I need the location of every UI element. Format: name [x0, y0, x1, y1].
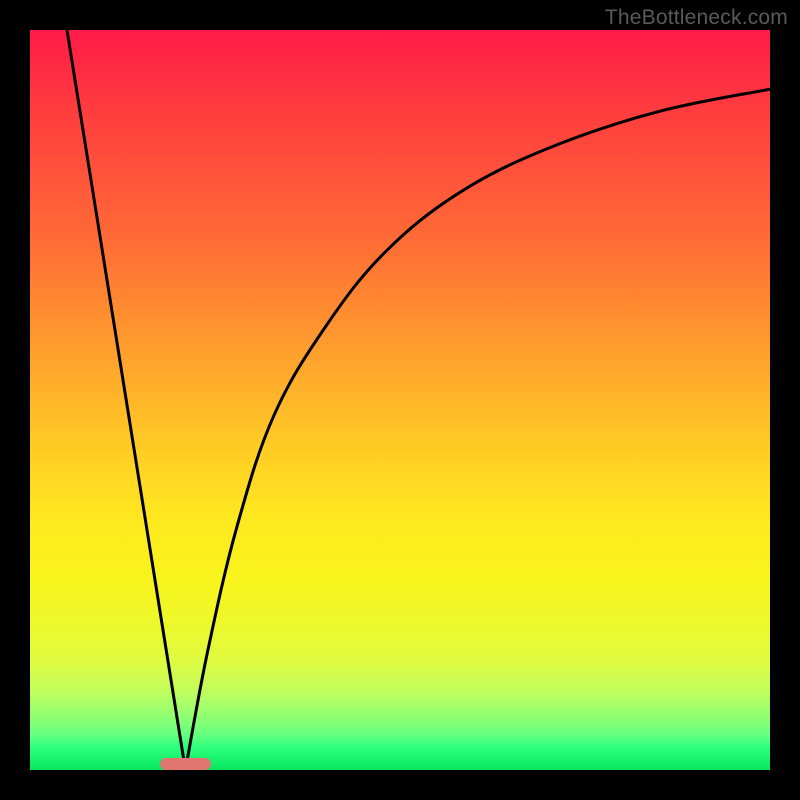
curve-layer [30, 30, 770, 770]
watermark-text: TheBottleneck.com [605, 6, 788, 30]
chart-frame: TheBottleneck.com [0, 0, 800, 800]
optimal-marker [160, 758, 212, 770]
plot-area [30, 30, 770, 770]
bottleneck-curve [67, 30, 770, 770]
